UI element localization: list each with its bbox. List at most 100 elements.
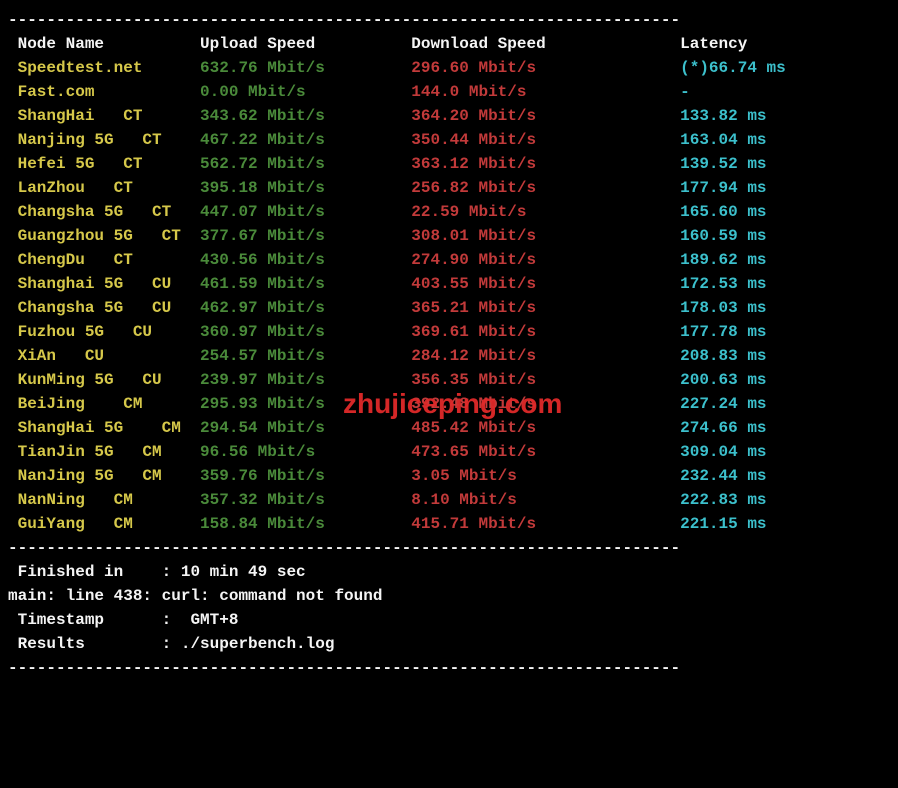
table-row: ShangHai 5G CM 294.54 Mbit/s 485.42 Mbit… — [8, 416, 890, 440]
cell-download: 8.10 Mbit/s — [411, 491, 680, 509]
cell-upload: 158.84 Mbit/s — [200, 515, 411, 533]
cell-latency: 208.83 ms — [680, 347, 766, 365]
cell-upload: 632.76 Mbit/s — [200, 59, 411, 77]
cell-latency: 165.60 ms — [680, 203, 766, 221]
cell-download: 308.01 Mbit/s — [411, 227, 680, 245]
cell-download: 473.65 Mbit/s — [411, 443, 680, 461]
table-row: BeiJing CM 295.93 Mbit/s 392.48 Mbit/s 2… — [8, 392, 890, 416]
cell-download: 363.12 Mbit/s — [411, 155, 680, 173]
cell-download: 403.55 Mbit/s — [411, 275, 680, 293]
cell-latency: 133.82 ms — [680, 107, 766, 125]
error-line: main: line 438: curl: command not found — [8, 587, 382, 605]
cell-latency: - — [680, 83, 690, 101]
table-row: ----------------------------------------… — [8, 8, 890, 32]
cell-node: NanJing 5G CM — [8, 467, 200, 485]
cell-upload: 357.32 Mbit/s — [200, 491, 411, 509]
table-row: main: line 438: curl: command not found — [8, 584, 890, 608]
cell-node: BeiJing CM — [8, 395, 200, 413]
table-row: Nanjing 5G CT 467.22 Mbit/s 350.44 Mbit/… — [8, 128, 890, 152]
cell-latency: 178.03 ms — [680, 299, 766, 317]
cell-node: Nanjing 5G CT — [8, 131, 200, 149]
cell-latency: 200.63 ms — [680, 371, 766, 389]
cell-node: NanNing CM — [8, 491, 200, 509]
cell-node: ChengDu CT — [8, 251, 200, 269]
table-row: Results : ./superbench.log — [8, 632, 890, 656]
cell-upload: 295.93 Mbit/s — [200, 395, 411, 413]
cell-node: Fast.com — [8, 83, 200, 101]
cell-download: 485.42 Mbit/s — [411, 419, 680, 437]
table-row: Timestamp : GMT+8 — [8, 608, 890, 632]
cell-node: Fuzhou 5G CU — [8, 323, 200, 341]
results-value: ./superbench.log — [171, 635, 334, 653]
table-row: LanZhou CT 395.18 Mbit/s 256.82 Mbit/s 1… — [8, 176, 890, 200]
divider: ----------------------------------------… — [8, 11, 680, 29]
cell-latency: 227.24 ms — [680, 395, 766, 413]
cell-upload: 294.54 Mbit/s — [200, 419, 411, 437]
cell-download: 274.90 Mbit/s — [411, 251, 680, 269]
cell-node: Hefei 5G CT — [8, 155, 200, 173]
cell-upload: 562.72 Mbit/s — [200, 155, 411, 173]
col-header-node: Node Name — [8, 35, 200, 53]
cell-latency: 309.04 ms — [680, 443, 766, 461]
table-row: KunMing 5G CU 239.97 Mbit/s 356.35 Mbit/… — [8, 368, 890, 392]
cell-upload: 360.97 Mbit/s — [200, 323, 411, 341]
table-row: Speedtest.net 632.76 Mbit/s 296.60 Mbit/… — [8, 56, 890, 80]
cell-download: 369.61 Mbit/s — [411, 323, 680, 341]
divider: ----------------------------------------… — [8, 659, 680, 677]
cell-latency: (*)66.74 ms — [680, 59, 786, 77]
cell-upload: 462.97 Mbit/s — [200, 299, 411, 317]
cell-download: 350.44 Mbit/s — [411, 131, 680, 149]
timestamp-label: Timestamp : — [8, 611, 171, 629]
table-row: ChengDu CT 430.56 Mbit/s 274.90 Mbit/s 1… — [8, 248, 890, 272]
cell-download: 3.05 Mbit/s — [411, 467, 680, 485]
table-row: Finished in : 10 min 49 sec — [8, 560, 890, 584]
cell-node: Guangzhou 5G CT — [8, 227, 200, 245]
cell-node: XiAn CU — [8, 347, 200, 365]
finished-label: Finished in : — [8, 563, 171, 581]
cell-upload: 430.56 Mbit/s — [200, 251, 411, 269]
table-row: TianJin 5G CM 96.56 Mbit/s 473.65 Mbit/s… — [8, 440, 890, 464]
cell-download: 364.20 Mbit/s — [411, 107, 680, 125]
cell-download: 284.12 Mbit/s — [411, 347, 680, 365]
cell-latency: 172.53 ms — [680, 275, 766, 293]
table-row: Shanghai 5G CU 461.59 Mbit/s 403.55 Mbit… — [8, 272, 890, 296]
cell-node: ShangHai 5G CM — [8, 419, 200, 437]
table-row: Guangzhou 5G CT 377.67 Mbit/s 308.01 Mbi… — [8, 224, 890, 248]
cell-node: TianJin 5G CM — [8, 443, 200, 461]
cell-upload: 343.62 Mbit/s — [200, 107, 411, 125]
cell-latency: 177.78 ms — [680, 323, 766, 341]
table-row: Changsha 5G CT 447.07 Mbit/s 22.59 Mbit/… — [8, 200, 890, 224]
cell-download: 356.35 Mbit/s — [411, 371, 680, 389]
table-row: Hefei 5G CT 562.72 Mbit/s 363.12 Mbit/s … — [8, 152, 890, 176]
cell-upload: 96.56 Mbit/s — [200, 443, 411, 461]
table-row: Fast.com 0.00 Mbit/s 144.0 Mbit/s - — [8, 80, 890, 104]
table-row: XiAn CU 254.57 Mbit/s 284.12 Mbit/s 208.… — [8, 344, 890, 368]
col-header-upload: Upload Speed — [200, 35, 411, 53]
cell-upload: 447.07 Mbit/s — [200, 203, 411, 221]
results-label: Results : — [8, 635, 171, 653]
table-row: Node Name Upload Speed Download Speed La… — [8, 32, 890, 56]
cell-node: Shanghai 5G CU — [8, 275, 200, 293]
cell-latency: 232.44 ms — [680, 467, 766, 485]
cell-node: Changsha 5G CU — [8, 299, 200, 317]
cell-download: 144.0 Mbit/s — [411, 83, 680, 101]
cell-node: LanZhou CT — [8, 179, 200, 197]
cell-upload: 395.18 Mbit/s — [200, 179, 411, 197]
col-header-latency: Latency — [680, 35, 747, 53]
cell-upload: 0.00 Mbit/s — [200, 83, 411, 101]
table-row: ShangHai CT 343.62 Mbit/s 364.20 Mbit/s … — [8, 104, 890, 128]
cell-download: 256.82 Mbit/s — [411, 179, 680, 197]
cell-latency: 177.94 ms — [680, 179, 766, 197]
cell-latency: 163.04 ms — [680, 131, 766, 149]
finished-value: 10 min 49 sec — [171, 563, 305, 581]
cell-download: 392.48 Mbit/s — [411, 395, 680, 413]
table-row: NanJing 5G CM 359.76 Mbit/s 3.05 Mbit/s … — [8, 464, 890, 488]
cell-upload: 359.76 Mbit/s — [200, 467, 411, 485]
cell-latency: 139.52 ms — [680, 155, 766, 173]
cell-download: 365.21 Mbit/s — [411, 299, 680, 317]
cell-latency: 221.15 ms — [680, 515, 766, 533]
cell-node: Speedtest.net — [8, 59, 200, 77]
cell-upload: 239.97 Mbit/s — [200, 371, 411, 389]
cell-latency: 274.66 ms — [680, 419, 766, 437]
cell-latency: 189.62 ms — [680, 251, 766, 269]
